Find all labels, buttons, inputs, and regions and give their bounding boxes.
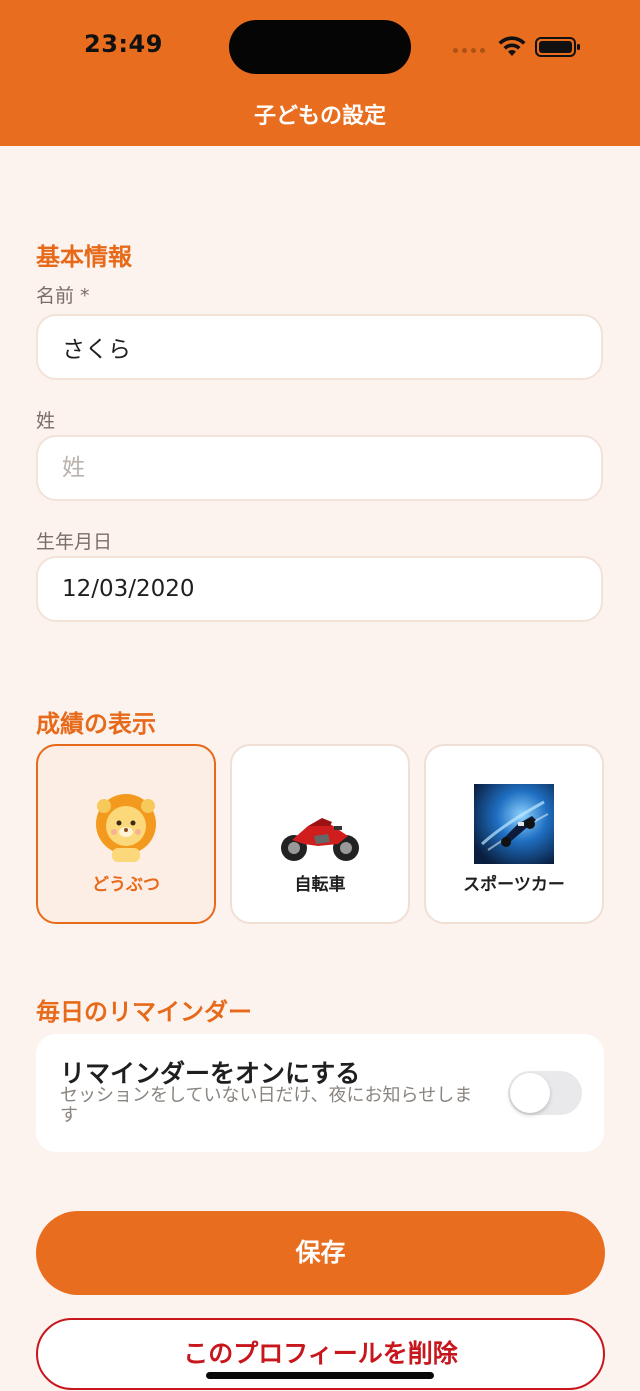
achievement-display-section-title: 成績の表示 bbox=[36, 710, 156, 738]
reminder-toggle[interactable] bbox=[508, 1071, 582, 1115]
display-option-animal[interactable]: どうぶつ bbox=[36, 744, 216, 924]
cellular-signal-icon bbox=[453, 48, 485, 53]
display-option-label: スポーツカー bbox=[463, 875, 565, 895]
reminder-card: リマインダーをオンにする セッションをしていない日だけ、夜にお知らせします bbox=[36, 1034, 604, 1152]
daily-reminder-section-title: 毎日のリマインダー bbox=[36, 998, 252, 1026]
motorcycle-icon bbox=[281, 818, 359, 861]
save-button[interactable]: 保存 bbox=[36, 1211, 605, 1295]
last-name-label: 姓 bbox=[36, 410, 56, 432]
page-title: 子どもの設定 bbox=[253, 104, 386, 129]
wifi-icon bbox=[498, 36, 526, 56]
birthday-label: 生年月日 bbox=[36, 531, 113, 553]
display-option-sports-car[interactable]: スポーツカー bbox=[424, 744, 604, 924]
delete-profile-button[interactable]: このプロフィールを削除 bbox=[36, 1318, 605, 1390]
dynamic-island bbox=[229, 20, 411, 74]
lion-icon bbox=[96, 794, 156, 862]
toggle-knob bbox=[510, 1073, 550, 1113]
name-label: 名前 * bbox=[36, 285, 90, 307]
app-header: 23:49 子どもの設定 bbox=[0, 0, 640, 146]
home-indicator bbox=[206, 1372, 434, 1379]
race-car-icon bbox=[474, 784, 554, 864]
basic-info-section-title: 基本情報 bbox=[36, 243, 132, 271]
status-time: 23:49 bbox=[84, 30, 163, 58]
name-input[interactable] bbox=[36, 314, 603, 380]
display-option-bicycle[interactable]: 自転車 bbox=[230, 744, 410, 924]
last-name-input[interactable] bbox=[36, 435, 603, 501]
display-option-label: 自転車 bbox=[294, 875, 346, 895]
battery-icon bbox=[535, 37, 580, 57]
display-option-label: どうぶつ bbox=[92, 875, 160, 895]
reminder-toggle-description: セッションをしていない日だけ、夜にお知らせします bbox=[60, 1085, 473, 1126]
birthday-input[interactable] bbox=[36, 556, 603, 622]
